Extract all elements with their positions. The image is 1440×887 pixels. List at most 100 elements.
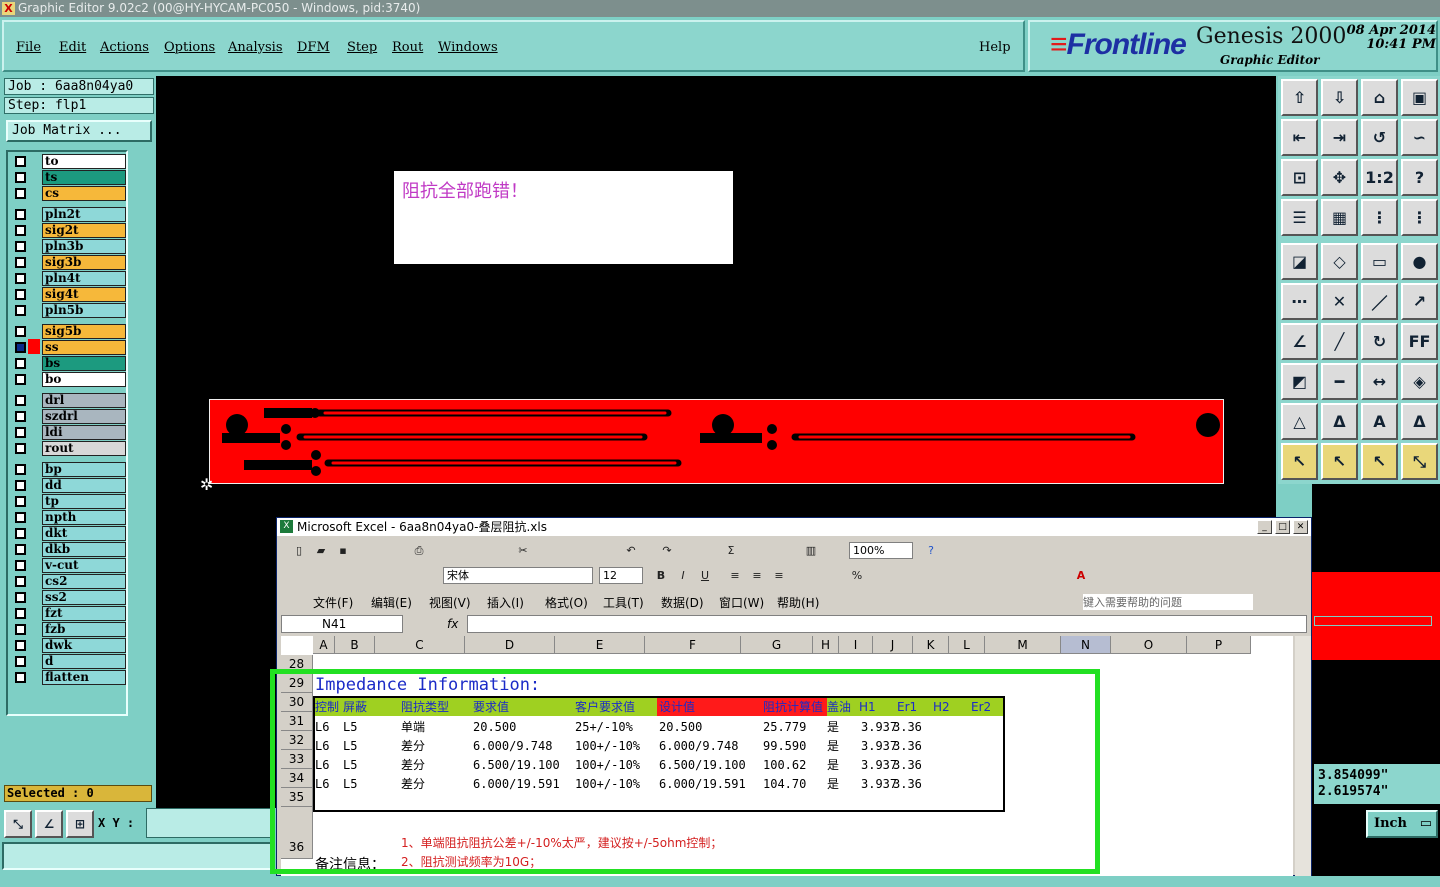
scale-icon[interactable]: 1:2 [1361, 159, 1398, 196]
layer-name[interactable]: npth [42, 510, 126, 525]
layer-row[interactable]: ss [10, 339, 126, 355]
question-icon[interactable]: ? [1401, 159, 1438, 196]
layer-name[interactable]: dwk [42, 638, 126, 653]
job-matrix-button[interactable]: Job Matrix ... [6, 120, 152, 142]
measure-icon[interactable]: ↔ [1361, 363, 1398, 400]
menu-edit[interactable]: Edit [59, 40, 86, 55]
layer-checkbox[interactable] [15, 305, 26, 316]
column-header[interactable]: H [813, 636, 839, 654]
tri2-icon[interactable]: Δ [1321, 403, 1358, 440]
excel-menu-data[interactable]: 数据(D) [661, 594, 704, 611]
layer-checkbox[interactable] [15, 374, 26, 385]
return-icon[interactable]: ↺ [1361, 119, 1398, 156]
percent-icon[interactable]: % [849, 568, 865, 584]
layer-checkbox[interactable] [15, 209, 26, 220]
line-icon[interactable]: ／ [1361, 283, 1398, 320]
shape-icon[interactable]: ◇ [1321, 243, 1358, 280]
layer-row[interactable]: dwk [10, 638, 126, 653]
layer-row[interactable]: ldi [10, 425, 126, 440]
layer-row[interactable]: bs [10, 356, 126, 371]
layer-checkbox[interactable] [15, 172, 26, 183]
layer-name[interactable]: v-cut [42, 558, 126, 573]
layer-checkbox[interactable] [15, 427, 26, 438]
zoom-select[interactable]: 100% [849, 542, 913, 559]
node-icon[interactable]: ⋯ [1281, 283, 1318, 320]
column-header[interactable]: O [1111, 636, 1187, 654]
pointer2-icon[interactable]: ↖ [1321, 443, 1358, 480]
layer-checkbox[interactable] [15, 608, 26, 619]
menu-windows[interactable]: Windows [438, 40, 498, 55]
layer-checkbox[interactable] [15, 528, 26, 539]
layer-checkbox[interactable] [15, 188, 26, 199]
curve-icon[interactable]: ↻ [1361, 323, 1398, 360]
layer-checkbox[interactable] [15, 576, 26, 587]
help-icon[interactable]: ? [923, 543, 939, 559]
layer-name[interactable]: cs2 [42, 574, 126, 589]
column-header[interactable]: A [313, 636, 335, 654]
layer-name[interactable]: ts [42, 170, 126, 185]
excel-menu-help[interactable]: 帮助(H) [777, 594, 819, 611]
layer-name[interactable]: sig2t [42, 223, 126, 238]
formula-bar[interactable] [467, 615, 1307, 633]
upload-icon[interactable]: ⇧ [1281, 79, 1318, 116]
layer-name[interactable]: cs [42, 186, 126, 201]
column-header[interactable]: N [1061, 636, 1111, 654]
layer-checkbox[interactable] [15, 241, 26, 252]
close-button[interactable]: ✕ [1293, 520, 1308, 534]
unit-selector[interactable]: Inch ▭ [1366, 810, 1438, 838]
layer-row[interactable]: npth [10, 510, 126, 525]
chart-icon[interactable]: ▥ [803, 543, 819, 559]
slash-icon[interactable]: ╱ [1321, 323, 1358, 360]
column-header[interactable]: F [645, 636, 741, 654]
cross-icon[interactable]: ✕ [1321, 283, 1358, 320]
layer-row[interactable]: cs [10, 186, 126, 201]
forward-icon[interactable]: ⇥ [1321, 119, 1358, 156]
excel-menu-insert[interactable]: 插入(I) [487, 594, 524, 611]
layer-row[interactable]: ss2 [10, 590, 126, 605]
undo-icon[interactable]: ↶ [623, 543, 639, 559]
menu-options[interactable]: Options [164, 40, 215, 55]
layer-row[interactable]: tp [10, 494, 126, 509]
layer-row[interactable]: pln3b [10, 239, 126, 254]
layer-row[interactable]: sig4t [10, 287, 126, 302]
back-icon[interactable]: ⇤ [1281, 119, 1318, 156]
layer-name[interactable]: fzb [42, 622, 126, 637]
excel-menu-file[interactable]: 文件(F) [313, 594, 353, 611]
zoom-tool-icon[interactable]: ⤡ [4, 810, 32, 838]
layer-checkbox[interactable] [15, 411, 26, 422]
layer-name[interactable]: szdrl [42, 409, 126, 424]
layer-name[interactable]: sig4t [42, 287, 126, 302]
pointer3-icon[interactable]: ↖ [1361, 443, 1398, 480]
layer-name[interactable]: fzt [42, 606, 126, 621]
align-right-icon[interactable]: ≡ [771, 568, 787, 584]
layer-name[interactable]: sig3b [42, 255, 126, 270]
help-search-input[interactable]: 键入需要帮助的问题 [1083, 594, 1253, 610]
pointer-icon[interactable]: ↖ [1281, 443, 1318, 480]
column-header[interactable]: B [335, 636, 375, 654]
grid-snap-icon[interactable]: ⊞ [66, 810, 94, 838]
column-header[interactable]: L [949, 636, 985, 654]
menu-help[interactable]: Help [979, 40, 1011, 55]
menu-analysis[interactable]: Analysis [228, 40, 283, 55]
layer-row[interactable]: fzt [10, 606, 126, 621]
layer-checkbox[interactable] [15, 289, 26, 300]
layer-row[interactable]: pln4t [10, 271, 126, 286]
layer-checkbox[interactable] [15, 358, 26, 369]
menu-dfm[interactable]: DFM [297, 40, 330, 55]
excel-menu-format[interactable]: 格式(O) [545, 594, 588, 611]
layer-name[interactable]: pln2t [42, 207, 126, 222]
layer-name[interactable]: bo [42, 372, 126, 387]
layer-checkbox[interactable] [15, 257, 26, 268]
align-center-icon[interactable]: ≡ [749, 568, 765, 584]
settings-icon[interactable]: ☰ [1281, 199, 1318, 236]
layer-row[interactable]: dkb [10, 542, 126, 557]
layer-row[interactable]: szdrl [10, 409, 126, 424]
autosum-icon[interactable]: Σ [723, 543, 739, 559]
bold-icon[interactable]: B [653, 568, 669, 584]
layer-checkbox[interactable] [15, 672, 26, 683]
italic-icon[interactable]: I [675, 568, 691, 584]
layer-name[interactable]: flatten [42, 670, 126, 685]
column-header[interactable]: G [741, 636, 813, 654]
layer-checkbox[interactable] [15, 464, 26, 475]
layer-row[interactable]: dd [10, 478, 126, 493]
